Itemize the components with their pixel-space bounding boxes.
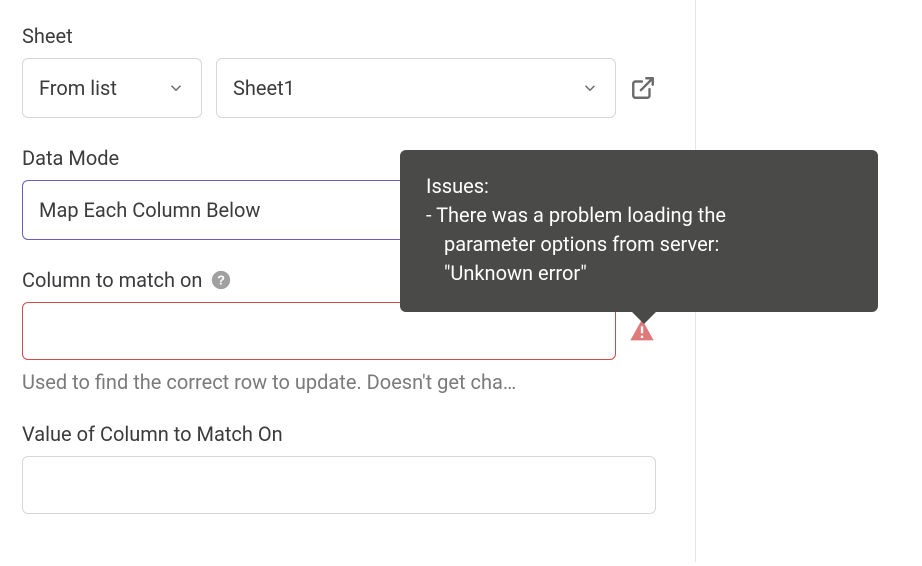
sheet-name-value: Sheet1 [233, 76, 295, 100]
sheet-field-group: Sheet From list Sheet1 [22, 24, 673, 118]
svg-text:?: ? [218, 273, 226, 288]
sheet-name-select[interactable]: Sheet1 [216, 58, 616, 118]
sheet-label: Sheet [22, 24, 673, 48]
value-column-field-group: Value of Column to Match On [22, 422, 673, 514]
tooltip-arrow [632, 312, 656, 324]
chevron-down-icon [167, 79, 185, 97]
external-link-icon[interactable] [630, 75, 656, 101]
error-tooltip: Issues: - There was a problem loading th… [400, 150, 878, 312]
tooltip-line1: - There was a problem loading the [426, 201, 852, 230]
tooltip-line2: parameter options from server: [426, 230, 852, 259]
sheet-source-select[interactable]: From list [22, 58, 202, 118]
chevron-down-icon [581, 79, 599, 97]
tooltip-title: Issues: [426, 172, 852, 201]
data-mode-value: Map Each Column Below [39, 198, 260, 222]
value-column-label: Value of Column to Match On [22, 422, 673, 446]
column-match-label: Column to match on [22, 268, 202, 292]
value-column-input[interactable] [22, 456, 656, 514]
sheet-source-value: From list [39, 76, 117, 100]
help-icon[interactable]: ? [210, 269, 232, 291]
column-match-helper: Used to find the correct row to update. … [22, 370, 656, 394]
tooltip-line3: "Unknown error" [426, 259, 852, 288]
sheet-row: From list Sheet1 [22, 58, 673, 118]
